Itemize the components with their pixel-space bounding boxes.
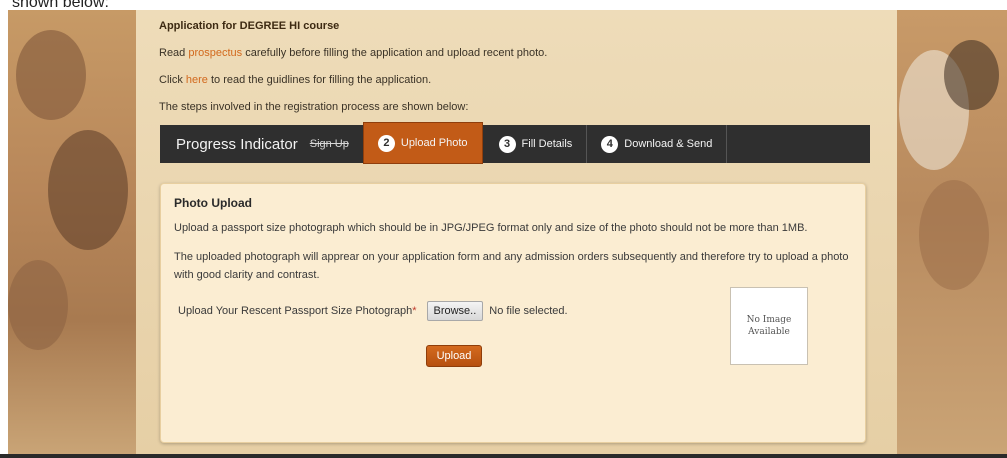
photo-file-row: Upload Your Rescent Passport Size Photog… (178, 301, 568, 321)
required-mark: * (412, 305, 417, 317)
step-divider (726, 125, 728, 163)
main-content: Application for DEGREE HI course Read pr… (136, 10, 897, 454)
prospectus-pre: Read (159, 47, 186, 59)
left-background-image (8, 10, 136, 454)
step-number-icon: 2 (377, 134, 395, 152)
prospectus-post: carefully before filling the application… (245, 47, 548, 59)
progress-label: Progress Indicator (176, 135, 298, 153)
step-label: Fill Details (521, 138, 573, 150)
progress-indicator-bar: Progress Indicator Sign Up 2 Upload Phot… (160, 122, 870, 164)
step-fill-details: 3 Fill Details (485, 125, 587, 163)
step-number-icon: 4 (601, 135, 619, 153)
photo-requirements-text: Upload a passport size photograph which … (174, 222, 808, 234)
prospectus-line: Read prospectus carefully before filling… (159, 47, 547, 59)
no-image-line-1: No Image (746, 315, 792, 325)
guidelines-link[interactable]: here (186, 74, 208, 86)
guidelines-pre: Click (159, 74, 183, 86)
step-download-send: 4 Download & Send (587, 125, 726, 163)
file-status-text: No file selected. (489, 305, 568, 317)
page-title: Application for DEGREE HI course (159, 20, 340, 32)
guidelines-line: Click here to read the guidlines for fil… (159, 74, 547, 86)
photo-upload-panel: Photo Upload Upload a passport size phot… (160, 183, 866, 443)
step-number-icon: 3 (498, 135, 516, 153)
intro-section: Application for DEGREE HI course Read pr… (159, 20, 547, 113)
step-label: Upload Photo (400, 137, 468, 149)
bottom-border (0, 454, 1007, 458)
step-label: Download & Send (624, 138, 713, 150)
right-background-image (889, 10, 1007, 454)
photo-clarity-text: The uploaded photograph will apprear on … (174, 251, 849, 281)
page-frame: Application for DEGREE HI course Read pr… (8, 10, 1007, 454)
no-image-line-2: Available (748, 327, 790, 337)
photo-preview-placeholder: No Image Available (730, 287, 808, 365)
browse-button[interactable]: Browse.. (426, 301, 484, 321)
photo-field-label: Upload Your Rescent Passport Size Photog… (178, 305, 413, 317)
guidelines-post: to read the guidlines for filling the ap… (211, 74, 432, 86)
panel-heading: Photo Upload (174, 196, 252, 210)
upload-button[interactable]: Upload (426, 345, 482, 367)
step-upload-photo: 2 Upload Photo (362, 122, 483, 164)
prospectus-link[interactable]: prospectus (188, 47, 242, 59)
steps-line: The steps involved in the registration p… (159, 101, 469, 113)
step-sign-up: Sign Up (309, 138, 349, 150)
